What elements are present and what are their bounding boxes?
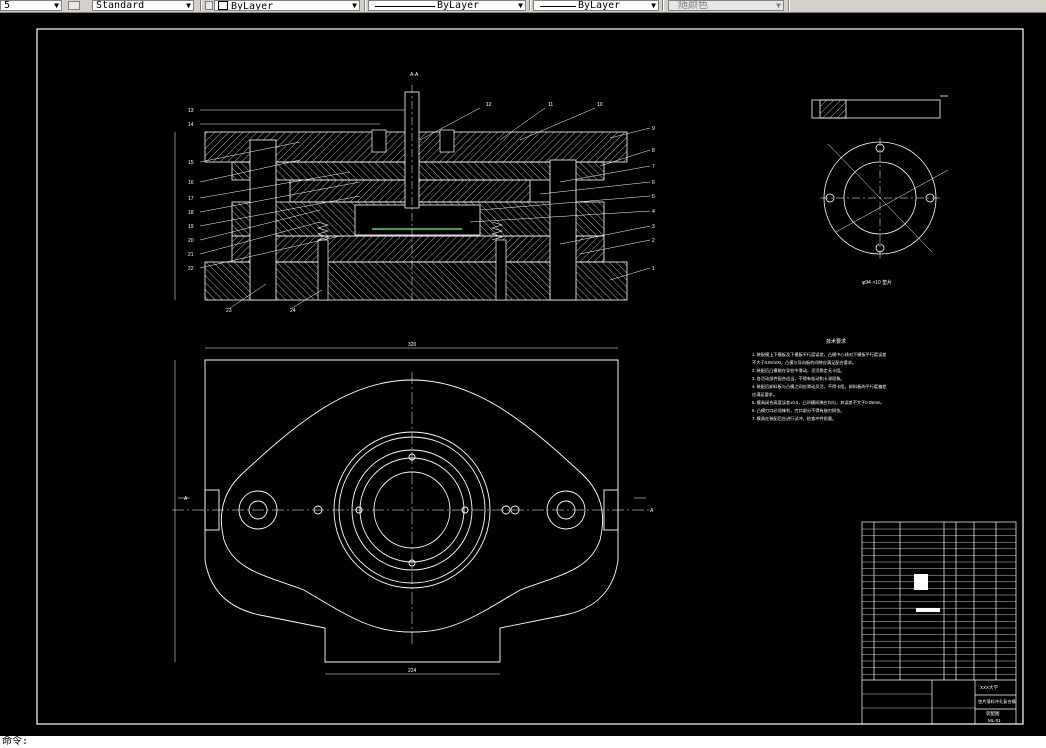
section-view: A-A 13 14 12 11 10 9 8 7 6 5 4 3 2 1 15 … — [174, 72, 655, 314]
callout-13: 13 — [188, 108, 194, 114]
chevron-down-icon: ▼ — [352, 1, 357, 10]
callout-22: 22 — [188, 266, 194, 272]
title-block: XXX大学 垫片落料冲孔复合模 装配图 ML-01 — [861, 521, 1017, 725]
linetype-value: ByLayer — [437, 0, 480, 11]
callout-8: 8 — [652, 148, 655, 154]
toolbar-separator — [662, 0, 664, 11]
tech-req-line-8: 6. 凸模刃口必须锋利，刃口部分不得有崩刃损伤。 — [752, 407, 845, 414]
callout-4: 4 — [652, 209, 655, 215]
tech-req-line-6: 应满足要求。 — [752, 391, 777, 398]
toolbar-separator — [788, 0, 790, 11]
callout-3: 3 — [652, 224, 655, 230]
plan-view: 320 224 A A — [172, 342, 654, 675]
callout-18: 18 — [188, 210, 194, 216]
text-style-icon[interactable] — [68, 1, 80, 10]
text-style-value: Standard — [96, 0, 145, 11]
chevron-down-icon: ▼ — [518, 1, 523, 10]
section-mark-left: A — [184, 496, 188, 502]
callout-9: 9 — [652, 126, 655, 132]
tech-req-title: 技术要求 — [826, 338, 846, 345]
callout-7: 7 — [652, 164, 655, 170]
layer-value: ByLayer — [231, 1, 274, 11]
callout-6: 6 — [652, 180, 655, 186]
layer-dropdown[interactable]: ByLayer ▼ — [214, 0, 360, 11]
callout-19: 19 — [188, 224, 194, 230]
plot-style-dropdown[interactable]: 随颜色 ▼ — [668, 0, 784, 11]
color-swatch-icon — [218, 1, 228, 10]
callout-17: 17 — [188, 196, 194, 202]
tech-req-line-9: 7. 模具在装配后应进行试冲，检查冲件质量。 — [752, 415, 836, 422]
lineweight-dropdown[interactable]: ByLayer ▼ — [533, 0, 659, 11]
linetype-preview — [375, 6, 435, 7]
left-stub-dropdown[interactable]: 5 ▼ — [0, 0, 62, 11]
drawing-canvas[interactable]: A-A 13 14 12 11 10 9 8 7 6 5 4 3 2 1 15 … — [0, 12, 1046, 736]
lineweight-value: ByLayer — [578, 0, 621, 11]
chevron-down-icon: ▼ — [776, 1, 781, 10]
plot-style-value: 随颜色 — [678, 0, 708, 11]
technical-requirements: 技术要求 1. 装配模上下模板及下模板平行度误差，凸模中心线对下模板平行度误差 … — [752, 338, 886, 422]
title-school: XXX大学 — [980, 684, 999, 691]
callout-16: 16 — [188, 180, 194, 186]
layer-color-icon[interactable] — [205, 1, 213, 10]
gasket-part-view: φ94 ×10 垫片 — [811, 95, 949, 286]
title-drawing-type: 装配图 — [986, 710, 1000, 717]
callout-1: 1 — [652, 266, 655, 272]
left-stub-value: 5 — [4, 0, 11, 11]
tech-req-line-4: 3. 各活动部件配合适当，不得有松动和卡滞现象。 — [752, 375, 845, 382]
callout-10: 10 — [597, 102, 603, 108]
plan-base-dimension: 224 — [408, 668, 417, 674]
tech-req-line-2: 不大于0.05/100，凸模与导向板的间隙应满足配合要求。 — [752, 359, 856, 366]
tech-req-line-5: 4. 装配后卸料板与凸模之间应滑动灵活，不得卡阻，卸料板的平行度偏差 — [752, 383, 886, 390]
tech-req-line-7: 5. 模具闭合高度误差±0.5，凸凹模间隙应均匀，其误差不大于0.05mm。 — [752, 399, 885, 406]
text-style-dropdown[interactable]: Standard ▼ — [92, 0, 194, 11]
callout-14: 14 — [188, 122, 194, 128]
toolbar-separator — [364, 0, 366, 11]
toolbar-separator — [200, 0, 202, 11]
title-name: 垫片落料冲孔复合模 — [978, 698, 1017, 705]
callout-23: 23 — [226, 308, 232, 314]
chevron-down-icon: ▼ — [651, 1, 656, 10]
section-mark-right: A — [650, 508, 654, 514]
chevron-down-icon: ▼ — [186, 1, 191, 10]
callout-24: 24 — [290, 308, 296, 314]
section-label: A-A — [410, 72, 419, 78]
tech-req-line-1: 1. 装配模上下模板及下模板平行度误差，凸模中心线对下模板平行度误差 — [752, 351, 886, 358]
gasket-label: φ94 ×10 垫片 — [862, 279, 892, 286]
callout-5: 5 — [652, 194, 655, 200]
callout-21: 21 — [188, 252, 194, 258]
tech-req-line-3: 2. 装配后凸模能在导柱中滑动，灵活稳定无卡阻。 — [752, 367, 845, 374]
toolbar-separator — [529, 0, 531, 11]
callout-12: 12 — [486, 102, 492, 108]
command-line[interactable]: 命令: — [0, 736, 1046, 748]
command-prompt: 命令: — [2, 736, 29, 747]
callout-2: 2 — [652, 238, 655, 244]
callout-15: 15 — [188, 160, 194, 166]
chevron-down-icon: ▼ — [54, 1, 59, 10]
linetype-dropdown[interactable]: ByLayer ▼ — [368, 0, 526, 11]
plan-width-dimension: 320 — [408, 342, 417, 348]
callout-20: 20 — [188, 238, 194, 244]
title-code: ML-01 — [988, 718, 1001, 723]
callout-11: 11 — [548, 102, 553, 108]
lineweight-preview — [540, 6, 576, 7]
